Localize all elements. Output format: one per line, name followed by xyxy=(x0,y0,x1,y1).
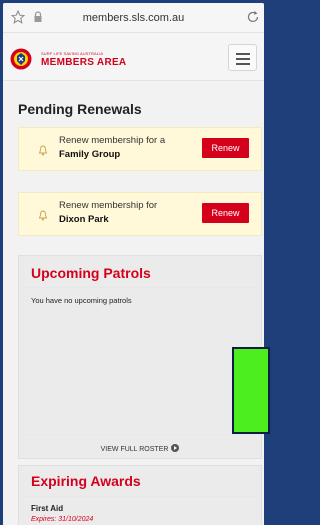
card-divider xyxy=(19,287,261,288)
renewal-target: Family Group xyxy=(59,149,121,160)
sls-logo-icon[interactable] xyxy=(10,48,32,70)
upcoming-patrols-title: Upcoming Patrols xyxy=(31,265,151,281)
award-name: First Aid xyxy=(31,504,64,513)
renewal-message: Renew membership for a Family Group xyxy=(59,134,181,162)
menu-line xyxy=(236,63,250,65)
reload-icon[interactable] xyxy=(246,10,260,24)
bell-icon xyxy=(38,210,48,221)
green-overlay-block xyxy=(232,347,270,434)
renewal-message-text: Renew membership for xyxy=(59,200,158,211)
logo-title[interactable]: MEMBERS AREA xyxy=(41,57,126,68)
view-full-roster-link[interactable]: VIEW FULL ROSTER xyxy=(19,444,261,453)
menu-line xyxy=(236,58,250,60)
renewal-target: Dixon Park xyxy=(59,214,109,225)
renewal-message-text: Renew membership for a xyxy=(59,135,166,146)
expiring-awards-title: Expiring Awards xyxy=(31,473,141,489)
no-patrols-text: You have no upcoming patrols xyxy=(31,296,132,305)
pending-renewals-title: Pending Renewals xyxy=(18,101,142,117)
renewal-alert: Renew membership for a Family Group Rene… xyxy=(18,127,262,171)
renew-button[interactable]: Renew xyxy=(202,203,249,223)
renewal-alert: Renew membership for Dixon Park Renew xyxy=(18,192,262,236)
expiring-awards-card: Expiring Awards First Aid Expires: 31/10… xyxy=(18,465,262,525)
logo-subtitle: SURF LIFE SAVING AUSTRALIA xyxy=(41,51,104,56)
award-expiry: Expires: 31/10/2024 xyxy=(31,516,94,523)
app-frame: members.sls.com.au SURF LIFE SAVING AUST… xyxy=(3,3,264,525)
hamburger-menu-button[interactable] xyxy=(228,44,257,71)
url-text[interactable]: members.sls.com.au xyxy=(3,12,264,24)
upcoming-patrols-card: Upcoming Patrols You have no upcoming pa… xyxy=(18,255,262,459)
browser-address-bar: members.sls.com.au xyxy=(3,3,264,33)
renew-button[interactable]: Renew xyxy=(202,138,249,158)
card-divider xyxy=(19,496,261,497)
menu-line xyxy=(236,53,250,55)
card-divider xyxy=(19,434,261,435)
bell-icon xyxy=(38,145,48,156)
roster-link-label: VIEW FULL ROSTER xyxy=(100,445,169,453)
arrow-circle-icon xyxy=(171,444,180,452)
renewal-message: Renew membership for Dixon Park xyxy=(59,199,181,227)
site-header: SURF LIFE SAVING AUSTRALIA MEMBERS AREA xyxy=(3,33,264,81)
